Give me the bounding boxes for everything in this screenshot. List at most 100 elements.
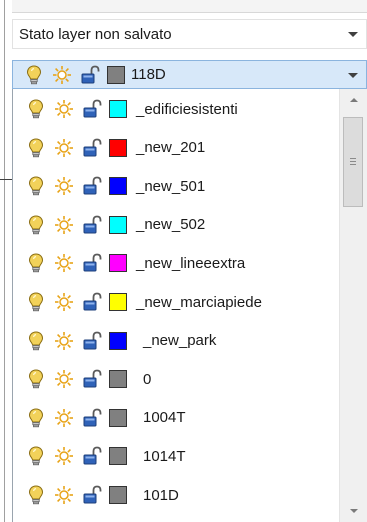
- current-layer-name: 118D: [131, 66, 166, 83]
- layer-row-icons: [13, 252, 127, 274]
- unlock-icon[interactable]: [81, 214, 103, 236]
- unlock-icon[interactable]: [81, 291, 103, 313]
- color-swatch[interactable]: [109, 408, 127, 427]
- layer-row-icons: [13, 291, 127, 313]
- chevron-down-icon[interactable]: [348, 72, 358, 78]
- layer-name: _new_lineeextra: [136, 254, 246, 272]
- unlock-icon[interactable]: [81, 175, 103, 197]
- sun-icon[interactable]: [53, 175, 75, 197]
- unlock-icon[interactable]: [81, 98, 103, 120]
- color-swatch[interactable]: [109, 331, 127, 350]
- lightbulb-icon[interactable]: [25, 98, 47, 120]
- layer-row[interactable]: _new_marciapiede: [13, 283, 339, 321]
- drawing-line: [0, 179, 12, 180]
- layer-row-icons: [13, 98, 127, 120]
- unlock-icon[interactable]: [81, 407, 103, 429]
- layer-row-icons: [13, 330, 127, 352]
- unlock-icon[interactable]: [81, 484, 103, 506]
- layer-row-icons: [13, 175, 127, 197]
- sun-icon[interactable]: [53, 98, 75, 120]
- color-swatch[interactable]: [109, 254, 127, 273]
- layer-row[interactable]: _new_501: [13, 167, 339, 205]
- unlock-icon[interactable]: [81, 445, 103, 467]
- lightbulb-icon[interactable]: [25, 252, 47, 274]
- color-swatch[interactable]: [109, 215, 127, 234]
- layer-name: 1004T: [143, 409, 186, 427]
- layer-row-icons: [13, 368, 127, 390]
- drawing-line: [4, 0, 5, 522]
- color-swatch[interactable]: [109, 486, 127, 504]
- current-layer-icons: [13, 64, 125, 86]
- unlock-icon[interactable]: [81, 330, 103, 352]
- divider: [12, 12, 367, 13]
- color-swatch[interactable]: [109, 138, 127, 157]
- color-swatch[interactable]: [109, 370, 127, 389]
- lightbulb-icon[interactable]: [25, 330, 47, 352]
- layer-state-dropdown[interactable]: Stato layer non salvato: [12, 19, 367, 49]
- lightbulb-icon[interactable]: [25, 484, 47, 506]
- layer-name: _new_201: [136, 139, 206, 157]
- chevron-down-icon[interactable]: [348, 32, 358, 37]
- grip-line: [350, 161, 356, 162]
- sun-icon[interactable]: [53, 445, 75, 467]
- layer-row[interactable]: _new_201: [13, 129, 339, 167]
- arrow-down-icon: [350, 509, 358, 513]
- unlock-icon[interactable]: [81, 137, 103, 159]
- layer-state-text: Stato layer non salvato: [19, 25, 172, 43]
- layer-list: _edificiesistenti _new_201 _new_501 _new_50…: [12, 89, 367, 522]
- arrow-up-icon: [350, 98, 358, 102]
- layer-name: _new_park: [143, 332, 217, 350]
- layer-row[interactable]: 0: [13, 360, 339, 398]
- lightbulb-icon[interactable]: [25, 137, 47, 159]
- toolbar-strip: [12, 0, 367, 12]
- layer-row[interactable]: _new_lineeextra: [13, 244, 339, 282]
- layer-row-icons: [13, 407, 127, 429]
- layer-row-icons: [13, 214, 127, 236]
- unlock-icon[interactable]: [79, 64, 101, 86]
- sun-icon[interactable]: [51, 64, 73, 86]
- sun-icon[interactable]: [53, 137, 75, 159]
- layer-name: _new_marciapiede: [136, 293, 262, 311]
- lightbulb-icon[interactable]: [25, 407, 47, 429]
- color-swatch[interactable]: [109, 177, 127, 196]
- layer-name: _new_501: [136, 177, 206, 195]
- sun-icon[interactable]: [53, 252, 75, 274]
- color-swatch[interactable]: [109, 100, 127, 118]
- lightbulb-icon[interactable]: [25, 214, 47, 236]
- layer-dropdown[interactable]: 118D: [12, 60, 367, 89]
- scroll-down-button[interactable]: [340, 502, 367, 522]
- lightbulb-icon[interactable]: [25, 368, 47, 390]
- sun-icon[interactable]: [53, 484, 75, 506]
- unlock-icon[interactable]: [81, 252, 103, 274]
- sun-icon[interactable]: [53, 330, 75, 352]
- layer-row[interactable]: _new_park: [13, 322, 339, 360]
- lightbulb-icon[interactable]: [25, 445, 47, 467]
- unlock-icon[interactable]: [81, 368, 103, 390]
- layer-name: _new_502: [136, 216, 206, 234]
- scroll-thumb[interactable]: [343, 117, 363, 207]
- sun-icon[interactable]: [53, 368, 75, 390]
- scrollbar[interactable]: [339, 89, 367, 522]
- layer-name: _edificiesistenti: [136, 100, 238, 118]
- lightbulb-icon[interactable]: [25, 175, 47, 197]
- color-swatch[interactable]: [107, 65, 125, 84]
- sun-icon[interactable]: [53, 214, 75, 236]
- scroll-up-button[interactable]: [340, 89, 367, 109]
- sun-icon[interactable]: [53, 407, 75, 429]
- layer-row-icons: [13, 484, 127, 506]
- layer-row[interactable]: 1014T: [13, 437, 339, 475]
- layer-row[interactable]: _edificiesistenti: [13, 90, 339, 128]
- grip-line: [350, 158, 356, 159]
- lightbulb-icon[interactable]: [23, 64, 45, 86]
- layer-row[interactable]: 1004T: [13, 399, 339, 437]
- layer-name: 1014T: [143, 447, 186, 465]
- layer-name: 0: [143, 370, 152, 388]
- layer-row[interactable]: 101D: [13, 476, 339, 514]
- sun-icon[interactable]: [53, 291, 75, 313]
- layer-name: 101D: [143, 486, 179, 504]
- color-swatch[interactable]: [109, 447, 127, 466]
- layer-row-icons: [13, 137, 127, 159]
- lightbulb-icon[interactable]: [25, 291, 47, 313]
- color-swatch[interactable]: [109, 293, 127, 311]
- layer-row[interactable]: _new_502: [13, 206, 339, 244]
